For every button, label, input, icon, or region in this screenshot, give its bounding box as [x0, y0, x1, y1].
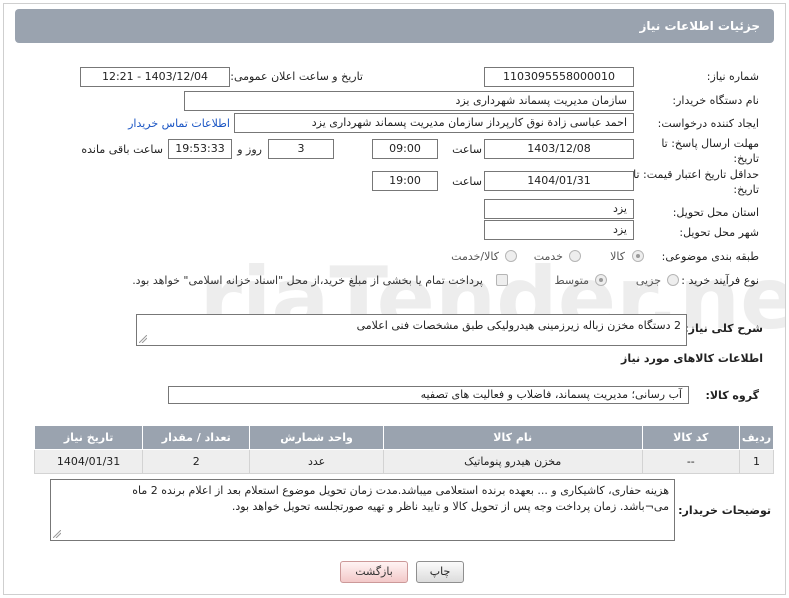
announce-datetime-field: 1403/12/04 - 12:21 [80, 67, 230, 87]
days-word: روز و [237, 143, 262, 156]
col-header-goods-code: کد کالا [641, 425, 741, 450]
buyer-notes-line-1: هزینه حفاری، کاشیکاری و ... بعهده برنده … [132, 484, 669, 497]
reply-date-field: 1403/12/08 [484, 139, 634, 159]
buyer-notes-label: توضیحات خریدار: [678, 504, 771, 517]
announce-label: تاریخ و ساعت اعلان عمومی: [230, 70, 363, 83]
category-radio-goods-service[interactable] [505, 250, 517, 262]
process-option-medium: متوسط [554, 274, 589, 287]
days-field: 3 [268, 139, 334, 159]
price-validity-label: حداقل تاریخ اعتبار قیمت: تا تاریخ: [633, 168, 759, 196]
cell-goods-code: -- [641, 449, 741, 474]
reply-deadline-label: مهلت ارسال پاسخ: تا تاریخ: [661, 137, 759, 165]
treasury-payment-note: پرداخت تمام یا بخشی از مبلغ خرید،از محل … [132, 274, 483, 287]
need-number-field: 1103095558000010 [484, 67, 634, 87]
cell-goods-name: مخزن هیدرو پنوماتیک [382, 449, 643, 474]
buyer-org-label: نام دستگاه خریدار: [672, 94, 759, 107]
buyer-notes-line-2: می¬باشد. زمان پرداخت وجه پس از تحویل کال… [231, 500, 669, 513]
city-field: یزد [484, 220, 634, 240]
process-radio-minor[interactable] [667, 274, 679, 286]
buyer-org-field: سازمان مدیریت پسماند شهرداری یزد [184, 91, 634, 111]
cell-need-date: 1404/01/31 [33, 449, 144, 474]
remaining-word: ساعت باقی مانده [81, 143, 163, 156]
goods-table: ردیف کد کالا نام کالا واحد شمارش تعداد /… [33, 425, 774, 474]
reply-time-word: ساعت [452, 143, 482, 156]
process-radio-medium[interactable] [595, 274, 607, 286]
category-option-goods-service: کالا/خدمت [451, 250, 499, 263]
creator-label: ایجاد کننده درخواست: [657, 117, 759, 130]
table-header-row: ردیف کد کالا نام کالا واحد شمارش تعداد /… [33, 425, 774, 450]
col-header-goods-name: نام کالا [382, 425, 643, 450]
remaining-time-field: 19:53:33 [168, 139, 232, 159]
goods-group-label: گروه کالا: [705, 389, 759, 402]
category-label: طبقه بندی موضوعی: [661, 250, 759, 263]
price-time-word: ساعت [452, 175, 482, 188]
price-date-field: 1404/01/31 [484, 171, 634, 191]
need-number-label: شماره نیاز: [706, 70, 759, 83]
category-radio-service[interactable] [569, 250, 581, 262]
price-time-field: 19:00 [372, 171, 438, 191]
process-label: نوع فرآیند خرید : [681, 274, 759, 287]
creator-field: احمد عباسی زادة نوق کارپرداز سازمان مدیر… [234, 113, 634, 133]
category-option-service: خدمت [533, 250, 563, 263]
col-header-need-date: تاریخ نیاز [33, 425, 144, 450]
page-header: جزئیات اطلاعات نیاز [15, 9, 774, 43]
resize-grip-icon [139, 335, 147, 343]
description-textarea[interactable]: 2 دستگاه مخزن زباله زیرزمینی هیدرولیکی ط… [136, 314, 687, 346]
cell-unit: عدد [249, 449, 384, 474]
reply-time-field: 09:00 [372, 139, 438, 159]
col-header-row-number: ردیف [739, 425, 774, 450]
back-button[interactable]: بازگشت [340, 561, 408, 583]
description-text: 2 دستگاه مخزن زباله زیرزمینی هیدرولیکی ط… [356, 319, 681, 332]
col-header-unit: واحد شمارش [249, 425, 384, 450]
process-option-minor: جزیی [635, 274, 661, 287]
province-field: یزد [484, 199, 634, 219]
category-option-goods: کالا [610, 250, 625, 263]
goods-group-field: آب رسانی؛ مدیریت پسماند، فاضلاب و فعالیت… [168, 386, 689, 404]
cell-row-number: 1 [739, 449, 774, 474]
cell-quantity: 2 [142, 449, 251, 474]
province-label: استان محل تحویل: [672, 206, 759, 219]
city-label: شهر محل تحویل: [679, 226, 759, 239]
print-button[interactable]: چاپ [416, 561, 464, 583]
category-radio-goods[interactable] [632, 250, 644, 262]
resize-grip-icon [53, 530, 61, 538]
col-header-quantity: تعداد / مقدار [142, 425, 251, 450]
description-label: شرح کلی نیاز: [684, 322, 763, 335]
buyer-notes-textarea[interactable]: هزینه حفاری، کاشیکاری و ... بعهده برنده … [50, 479, 675, 541]
goods-section-title: اطلاعات کالاهای مورد نیاز [621, 352, 763, 365]
treasury-payment-checkbox[interactable] [496, 274, 508, 286]
table-row: 1 -- مخزن هیدرو پنوماتیک عدد 2 1404/01/3… [33, 449, 774, 474]
buyer-contact-link[interactable]: اطلاعات تماس خریدار [128, 117, 230, 130]
